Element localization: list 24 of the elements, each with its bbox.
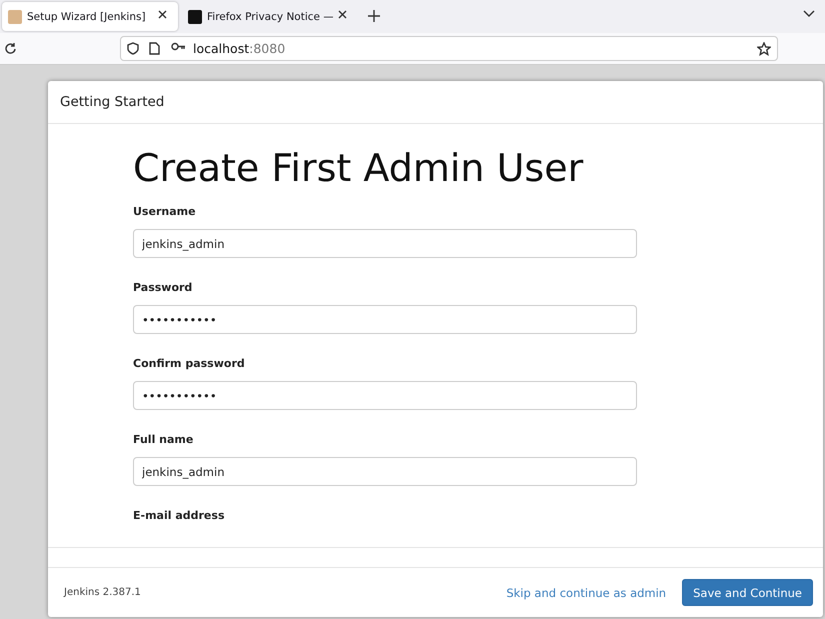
input-field[interactable]: •••••••••••: [133, 305, 637, 334]
browser-tab[interactable]: Setup Wizard [Jenkins]: [2, 2, 178, 31]
field-label: Password: [133, 281, 194, 294]
field-label: Confirm password: [133, 357, 246, 370]
shield-icon: [127, 42, 141, 56]
field-label: E-mail address: [133, 509, 226, 522]
browser-tab[interactable]: Firefox Privacy Notice —: [182, 2, 358, 31]
reload-icon[interactable]: [4, 42, 18, 56]
input-field[interactable]: jenkins_admin: [133, 457, 637, 486]
input-field[interactable]: •••••••••••: [133, 381, 637, 410]
skip-link[interactable]: Skip and continue as admin: [506, 586, 666, 600]
new-tab-icon[interactable]: [368, 10, 382, 24]
address-bar[interactable]: localhost:8080: [120, 36, 778, 61]
site-icon: [8, 10, 22, 24]
version-text: Jenkins 2.387.1: [64, 587, 142, 598]
url-text: localhost:8080: [193, 41, 286, 56]
star-icon[interactable]: [757, 42, 771, 56]
save-button[interactable]: Save and Continue: [682, 579, 813, 606]
page-title: Create First Admin User: [133, 146, 584, 190]
input-field[interactable]: jenkins_admin: [133, 229, 637, 258]
field-label: Username: [133, 205, 197, 218]
field-label: Full name: [133, 433, 194, 446]
site-icon: [188, 10, 202, 24]
dialog-header: Getting Started: [48, 81, 823, 124]
